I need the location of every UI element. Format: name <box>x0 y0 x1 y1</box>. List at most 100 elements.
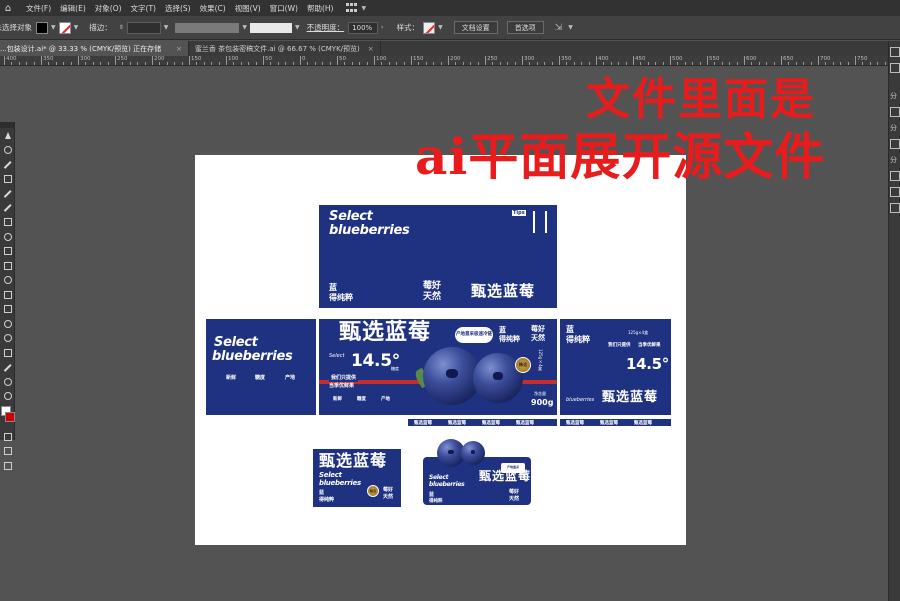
strip-label: 甄选蓝莓 <box>516 421 534 426</box>
dieline-bottom-strip-2[interactable]: 甄选蓝莓 甄选蓝莓 甄选蓝莓 <box>560 419 671 426</box>
stroke-panel-icon[interactable] <box>890 203 900 213</box>
chevron-down-icon[interactable]: ▼ <box>438 24 443 31</box>
ruler-tick <box>270 62 272 65</box>
preferences-button[interactable]: 首选项 <box>506 21 544 34</box>
chevron-down-icon[interactable]: ▼ <box>295 24 300 31</box>
ruler-tick <box>477 62 479 65</box>
graphic-style-swatch[interactable] <box>423 21 436 34</box>
close-icon[interactable]: × <box>368 45 374 53</box>
small-box-label-b[interactable]: Select blueberries 甄选蓝莓 蓝 得纯粹 莓好 天然 产地直采 <box>423 437 531 509</box>
rotate-tool-icon[interactable] <box>0 230 15 245</box>
document-setup-button[interactable]: 文档设置 <box>453 21 498 34</box>
fill-swatch[interactable] <box>36 21 48 34</box>
symbol-sprayer-tool-icon[interactable] <box>0 331 15 346</box>
horizontal-ruler[interactable]: 400 350 300 250 200 150 100 50 0 50 100 150 200 250 30… <box>0 56 888 66</box>
chevron-down-icon[interactable]: ▼ <box>164 24 169 31</box>
free-transform-tool-icon[interactable] <box>0 259 15 274</box>
fill-stroke-selector[interactable] <box>0 404 15 430</box>
home-icon[interactable]: ⌂ <box>0 0 16 16</box>
dieline-left-panel[interactable]: Select blueberries 新鲜 糖度 产地 <box>206 319 316 415</box>
brush-preview[interactable] <box>250 22 293 33</box>
type-tool-icon[interactable] <box>0 172 15 187</box>
ruler-tick <box>514 62 516 65</box>
origin-line1: 产地直采 <box>456 331 474 337</box>
strip-label: 甄选蓝莓 <box>600 421 618 426</box>
symbols-panel-icon[interactable] <box>890 187 900 197</box>
draw-mode-icon[interactable] <box>0 444 15 459</box>
ruler-tick <box>122 62 124 65</box>
stroke-swatch[interactable] <box>58 21 71 34</box>
zoom-tool-icon[interactable] <box>0 389 15 404</box>
panel-label[interactable]: 分 <box>890 91 900 101</box>
menu-file[interactable]: 文件(F) <box>26 3 51 14</box>
screen-mode-icon[interactable] <box>0 459 15 474</box>
eraser-tool-icon[interactable] <box>0 215 15 230</box>
artboard[interactable]: Select blueberries Tips 蓝 得纯粹 莓好 天然 甄选蓝莓… <box>195 155 686 545</box>
ruler-tick <box>411 56 412 65</box>
layers-panel-icon[interactable] <box>890 63 900 73</box>
properties-panel-icon[interactable] <box>890 47 900 57</box>
hand-tool-icon[interactable] <box>0 375 15 390</box>
tab-label: 包装设计.ai* @ 33.33 % (CMYK/预览) 正在存储... <box>0 44 162 53</box>
menu-view[interactable]: 视图(V) <box>235 3 261 14</box>
tab-document-2[interactable]: 蜜兰香 茶包装密稿文件.ai @ 66.67 % (CMYK/预览) × <box>189 41 381 56</box>
ruler-tick <box>699 62 701 65</box>
blend-tool-icon[interactable] <box>0 317 15 332</box>
ruler-tick <box>507 62 509 65</box>
panel-label[interactable]: 分 <box>890 155 900 165</box>
ruler-tick <box>374 56 375 65</box>
line-tool-icon[interactable] <box>0 186 15 201</box>
direct-selection-tool-icon[interactable] <box>0 143 15 158</box>
panel-label[interactable]: 分 <box>890 123 900 133</box>
eyedropper-tool-icon[interactable] <box>0 360 15 375</box>
color-mode-icon[interactable] <box>0 430 15 445</box>
arrange-icon[interactable]: ⇲ <box>555 23 563 33</box>
menu-effect[interactable]: 效果(C) <box>200 3 226 14</box>
dieline-right-panel[interactable]: 蓝 得纯粹 125g×4盒 我们只提供 当季优鲜果 14.5° blueberr… <box>560 319 671 415</box>
selection-tool-icon[interactable] <box>0 128 15 143</box>
paintbrush-tool-icon[interactable] <box>0 201 15 216</box>
chevron-down-icon[interactable]: ▼ <box>568 24 573 31</box>
shape-builder-tool-icon[interactable] <box>0 273 15 288</box>
libraries-panel-icon[interactable] <box>890 107 900 117</box>
ruler-tick <box>692 62 694 65</box>
menu-help[interactable]: 帮助(H) <box>307 3 334 14</box>
chevron-right-icon[interactable]: › <box>381 24 383 31</box>
ruler-tick <box>359 62 361 65</box>
menu-edit[interactable]: 编辑(E) <box>60 3 86 14</box>
ruler-tick <box>640 62 642 65</box>
pen-tool-icon[interactable] <box>0 157 15 172</box>
swatches-panel-icon[interactable] <box>890 139 900 149</box>
perspective-grid-tool-icon[interactable] <box>0 288 15 303</box>
stroke-profile-preview[interactable] <box>175 22 240 33</box>
ruler-tick <box>529 62 531 65</box>
ruler-tick <box>337 56 338 65</box>
stepper-icon[interactable]: ⇕ <box>119 24 124 31</box>
ruler-tick <box>18 62 20 65</box>
dieline-front-panel[interactable]: 甄选蓝莓 产地直采 极速冷链 蓝 得纯粹 莓好 天然 Select 14.5° … <box>319 319 557 415</box>
chevron-down-icon[interactable]: ▼ <box>361 5 366 12</box>
feature-1: 新鲜 <box>333 397 342 402</box>
close-icon[interactable]: × <box>176 45 182 53</box>
graph-tool-icon[interactable] <box>0 346 15 361</box>
menu-window[interactable]: 窗口(W) <box>270 3 298 14</box>
menu-type[interactable]: 文字(T) <box>131 3 156 14</box>
chevron-down-icon[interactable]: ▼ <box>51 24 56 31</box>
tab-document-1[interactable]: 包装设计.ai* @ 33.33 % (CMYK/预览) 正在存储... × <box>0 41 189 56</box>
chevron-down-icon[interactable]: ▼ <box>242 24 247 31</box>
menu-object[interactable]: 对象(O) <box>95 3 122 14</box>
stroke-width-field[interactable] <box>126 21 161 34</box>
ruler-tick <box>4 56 5 65</box>
chevron-down-icon[interactable]: ▼ <box>74 24 79 31</box>
dieline-top-panel[interactable]: Select blueberries Tips 蓝 得纯粹 莓好 天然 甄选蓝莓 <box>319 205 557 308</box>
small-box-label-a[interactable]: 甄选蓝莓 Select blueberries 精选 蓝 得纯粹 莓好 天然 <box>313 449 401 507</box>
slogan-tian-ran: 天然 <box>383 494 394 500</box>
menu-select[interactable]: 选择(S) <box>165 3 191 14</box>
stroke-color-icon[interactable] <box>5 411 15 422</box>
dieline-bottom-strip-1[interactable]: 甄选蓝莓 甄选蓝莓 甄选蓝莓 甄选蓝莓 <box>408 419 557 426</box>
scale-tool-icon[interactable] <box>0 244 15 259</box>
brushes-panel-icon[interactable] <box>890 171 900 181</box>
workspace-grid-icon[interactable] <box>346 3 358 13</box>
gradient-tool-icon[interactable] <box>0 302 15 317</box>
opacity-field[interactable]: 100% <box>348 21 379 34</box>
